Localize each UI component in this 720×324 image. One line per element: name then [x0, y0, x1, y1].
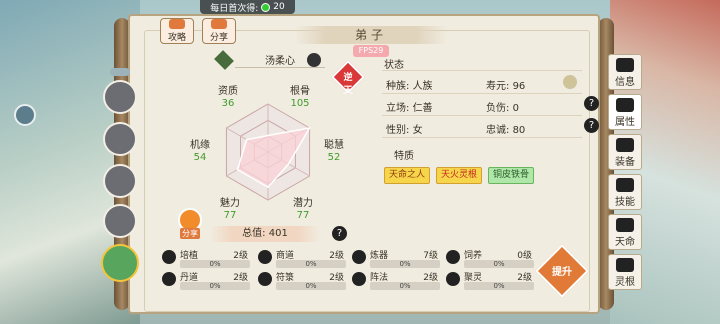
jade-coin-icon	[261, 2, 271, 12]
tab-equipment[interactable]: 装备	[608, 134, 642, 170]
upgrade-label: 提升	[552, 267, 572, 278]
floating-menu-button[interactable]	[14, 104, 36, 126]
stat-fortune: 机缘 54	[190, 140, 210, 163]
loyalty-field: 忠诚: 80	[486, 125, 526, 136]
divider	[382, 70, 582, 71]
skill-item[interactable]: 聚灵 2级 0%	[446, 270, 536, 292]
traits-title: 特质	[394, 151, 414, 162]
disciple-avatar-selected[interactable]	[101, 244, 139, 282]
share-icon	[211, 19, 227, 29]
stat-charm: 魅力 77	[220, 198, 240, 221]
divider	[382, 137, 582, 138]
skill-item[interactable]: 商道 2级 0%	[258, 248, 348, 270]
disciple-avatar[interactable]	[103, 204, 137, 238]
injury-field: 负伤: 0	[486, 103, 519, 114]
equipment-icon	[616, 138, 634, 152]
lifespan-field: 寿元: 96	[486, 81, 526, 92]
daily-reward-label: 每日首次得:	[210, 3, 259, 14]
skill-icon	[352, 272, 366, 286]
disciple-avatar[interactable]	[103, 80, 137, 114]
skill-item[interactable]: 符箓 2级 0%	[258, 270, 348, 292]
disciple-avatar[interactable]	[103, 164, 137, 198]
tab-info[interactable]: 信息	[608, 54, 642, 90]
guide-button[interactable]: 攻略	[160, 18, 194, 44]
tab-spirit-root[interactable]: 灵根	[608, 254, 642, 290]
skill-icon	[258, 272, 272, 286]
gender-field: 性别: 女	[386, 125, 423, 136]
stat-bone: 根骨 105	[290, 86, 310, 109]
divider	[382, 93, 582, 94]
skills-icon	[616, 178, 634, 192]
stat-wisdom: 聪慧 52	[324, 140, 344, 163]
skill-icon	[258, 250, 272, 264]
spirit-root-icon	[616, 258, 634, 272]
skill-item[interactable]: 炼器 7级 0%	[352, 248, 442, 270]
daily-reward-bar: 每日首次得: 20	[200, 0, 295, 14]
divider	[382, 115, 582, 116]
trait-chip[interactable]: 铜皮铁骨	[488, 167, 535, 184]
attribute-radar-chart	[225, 103, 312, 201]
skill-item[interactable]: 培植 2级 0%	[162, 248, 252, 270]
daily-reward-amount: 20	[273, 2, 285, 12]
help-icon[interactable]: ?	[584, 96, 599, 111]
seal-icon	[214, 50, 234, 70]
status-title: 状态	[384, 60, 404, 71]
stance-field: 立场: 仁善	[386, 103, 433, 114]
attributes-icon	[616, 98, 634, 112]
tab-destiny[interactable]: 天命	[608, 214, 642, 250]
disciple-avatar[interactable]	[103, 122, 137, 156]
destiny-icon	[616, 218, 634, 232]
skill-icon	[446, 272, 460, 286]
skill-item[interactable]: 饲养 0级 0%	[446, 248, 536, 270]
tab-skills[interactable]: 技能	[608, 174, 642, 210]
skill-icon	[162, 272, 176, 286]
ornament-icon	[110, 68, 130, 76]
share-button[interactable]: 分享	[202, 18, 236, 44]
panel-title: 弟子	[295, 26, 447, 44]
help-icon[interactable]: ?	[332, 226, 347, 241]
skill-icon	[446, 250, 460, 264]
skill-icon	[162, 250, 176, 264]
help-icon[interactable]: ?	[584, 118, 599, 133]
skills-panel: 培植 2级 0% 商道 2级 0% 炼器 7级 0% 饲养 0级 0% 丹道 2级 0% 符箓 2级 0…	[150, 246, 542, 294]
tab-attributes[interactable]: 属性	[608, 94, 642, 130]
rename-icon[interactable]	[307, 53, 321, 67]
guide-label: 攻略	[167, 33, 186, 43]
skill-icon	[352, 250, 366, 264]
skill-item[interactable]: 阵法 2级 0%	[352, 270, 442, 292]
share-label: 分享	[209, 33, 228, 43]
total-value: 总值: 401	[210, 226, 320, 242]
stat-aptitude: 资质 36	[218, 86, 238, 109]
skill-item[interactable]: 丹道 2级 0%	[162, 270, 252, 292]
info-icon	[616, 58, 634, 72]
guide-icon	[169, 19, 185, 29]
talent-badge-label: 逆天	[343, 73, 353, 96]
stat-potential: 潜力 77	[293, 198, 313, 221]
trait-chip[interactable]: 天火灵根	[436, 167, 483, 184]
radar-share-label: 分享	[180, 228, 200, 239]
race-field: 种族: 人族	[386, 81, 433, 92]
gear-icon[interactable]	[563, 75, 577, 89]
trait-chip[interactable]: 天命之人	[384, 167, 431, 184]
